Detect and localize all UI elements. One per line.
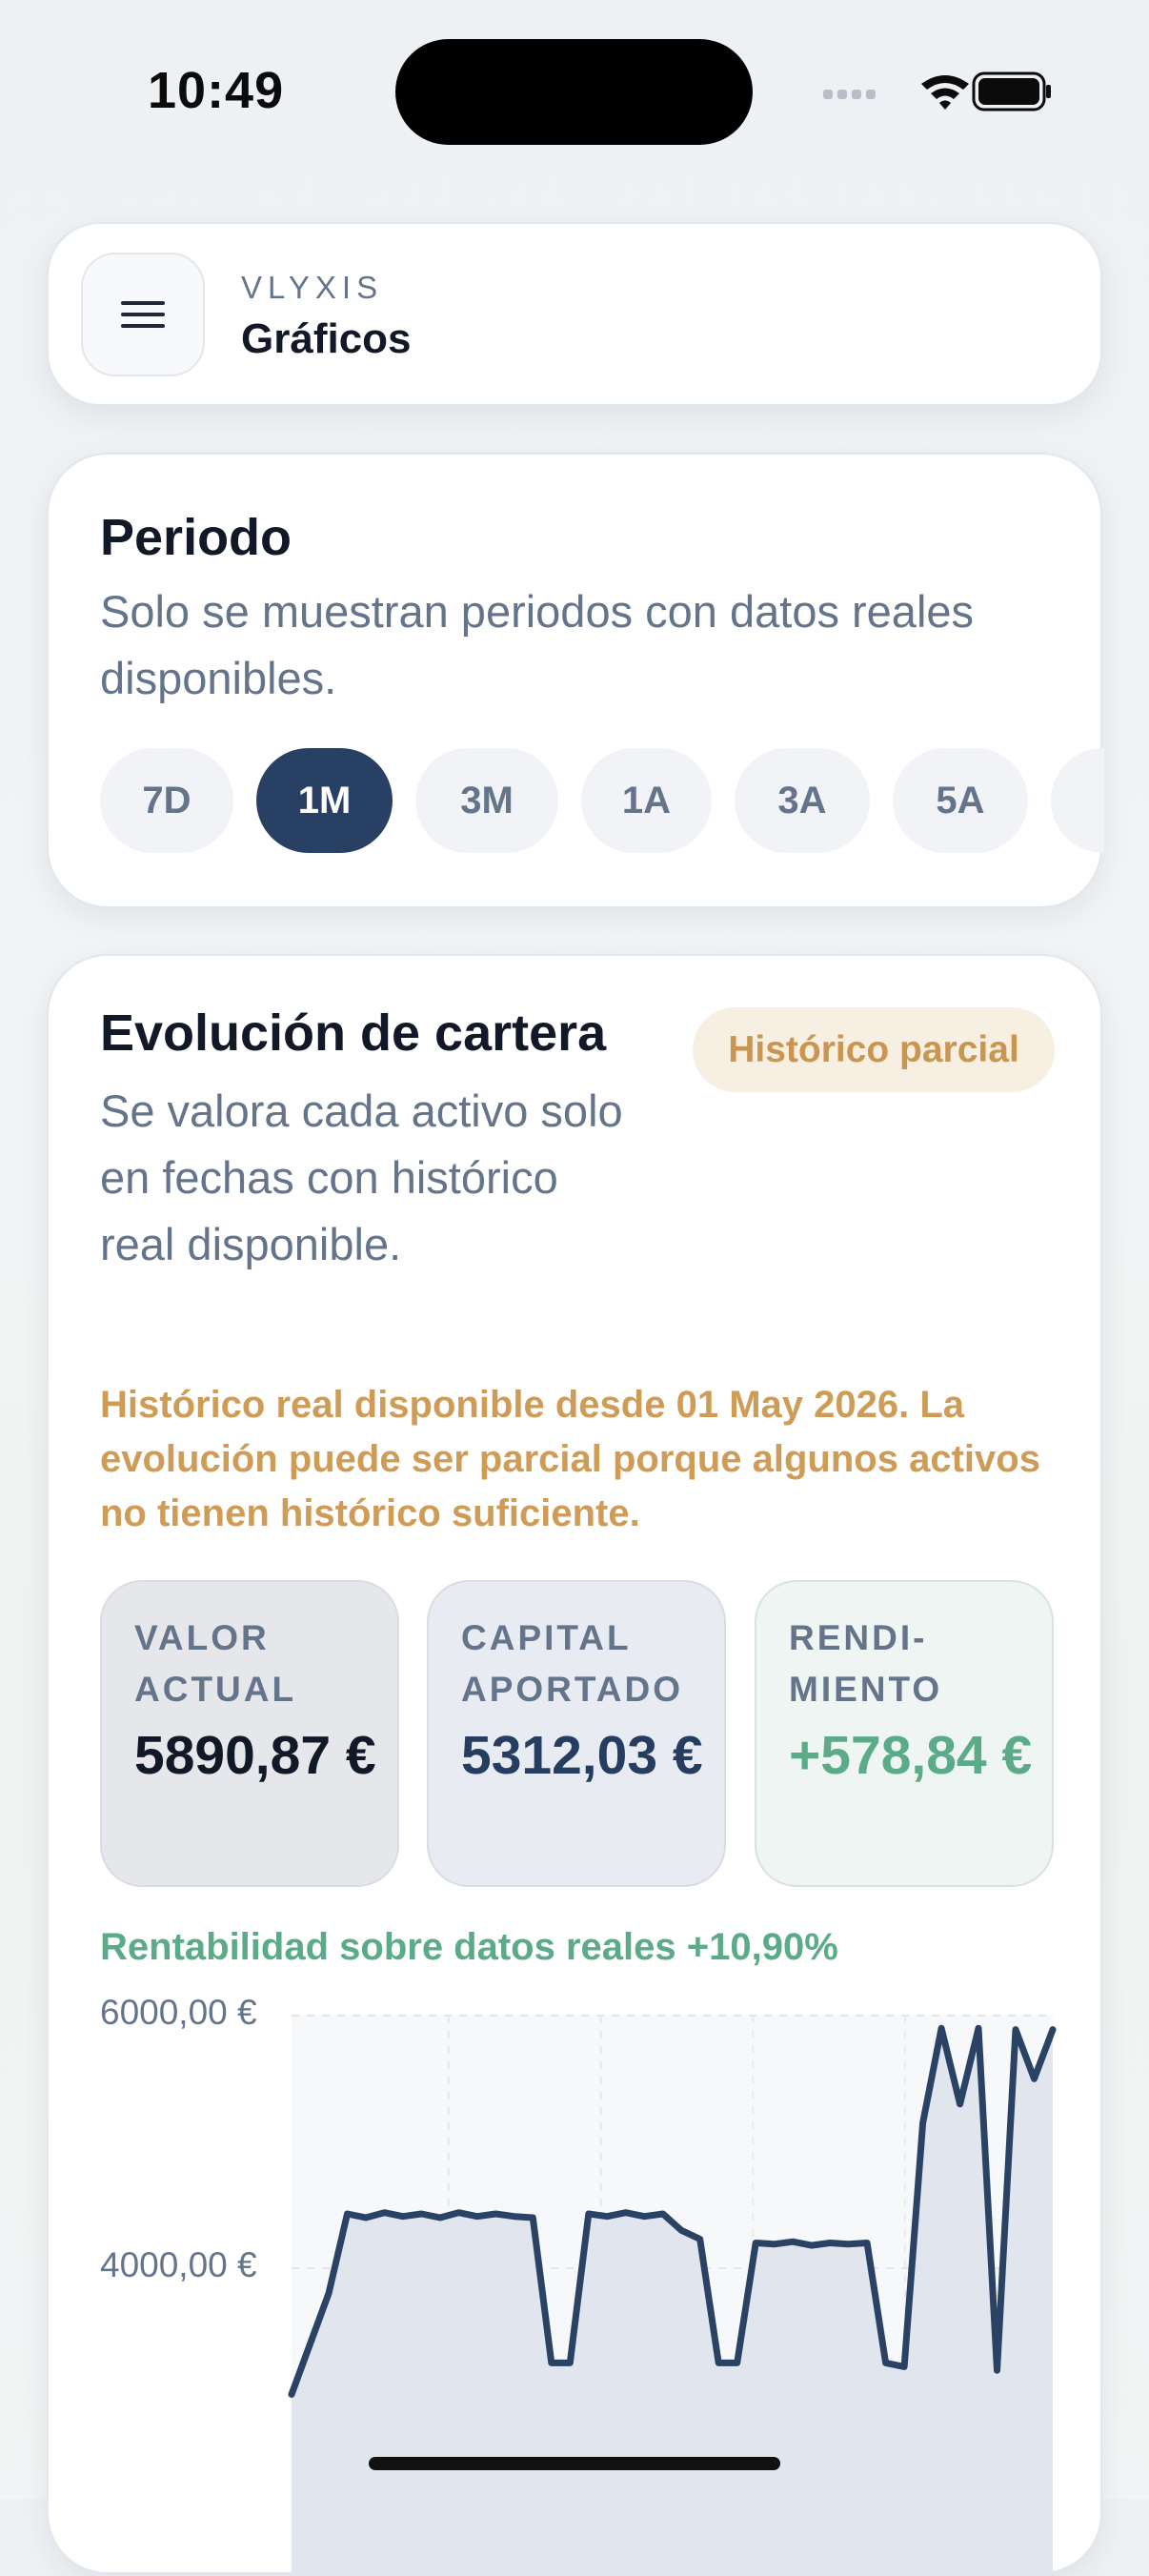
- status-bar: 10:49: [0, 0, 1149, 181]
- partial-history-warning: Histórico real disponible desde 01 May 2…: [100, 1384, 1040, 1534]
- period-chip-3a[interactable]: 3A: [735, 748, 870, 853]
- hamburger-menu-icon: [121, 301, 165, 328]
- status-time: 10:49: [148, 62, 285, 119]
- brand-name: VLYXIS: [241, 270, 384, 305]
- period-card: Periodo Solo se muestran periodos con da…: [47, 453, 1104, 908]
- cellular-signal-icon: [823, 90, 876, 99]
- battery-icon: [972, 71, 1051, 112]
- stat-label: CAPITAL APORTADO: [461, 1618, 683, 1709]
- stat-value: 5312,03 €: [461, 1725, 703, 1786]
- status-icons: [823, 71, 1051, 112]
- menu-button[interactable]: [81, 253, 205, 376]
- period-selector: 7D 1M 3M 1A 3A 5A: [100, 748, 1104, 857]
- portfolio-evolution-card: Evolución de cartera Histórico parcial S…: [47, 954, 1102, 2576]
- period-chip-3m[interactable]: 3M: [415, 748, 558, 853]
- period-chip-5a[interactable]: 5A: [893, 748, 1028, 853]
- stat-label: VALOR ACTUAL: [134, 1618, 297, 1709]
- dynamic-island: [395, 39, 753, 145]
- stat-performance: RENDI-MIENTO +578,84 €: [755, 1580, 1054, 1887]
- wifi-icon: [921, 75, 969, 110]
- period-description: Solo se muestran periodos con datos real…: [100, 586, 975, 703]
- period-chip-1m[interactable]: 1M: [256, 748, 393, 853]
- evolution-description: Se valora cada activo solo en fechas con…: [100, 1085, 623, 1269]
- stat-current-value: VALOR ACTUAL 5890,87 €: [100, 1580, 399, 1887]
- stat-contributed-capital: CAPITAL APORTADO 5312,03 €: [427, 1580, 726, 1887]
- stat-label: RENDI-MIENTO: [789, 1618, 943, 1709]
- app-header: VLYXIS Gráficos: [47, 222, 1102, 406]
- return-summary: Rentabilidad sobre datos reales +10,90%: [100, 1926, 838, 1968]
- period-chip-1a[interactable]: 1A: [581, 748, 712, 853]
- period-chip-7d[interactable]: 7D: [100, 748, 233, 853]
- stat-value: 5890,87 €: [134, 1725, 376, 1786]
- portfolio-evolution-chart: [288, 2015, 1057, 2576]
- home-indicator: [369, 2457, 780, 2470]
- page-title: Gráficos: [241, 315, 412, 362]
- period-title: Periodo: [100, 509, 292, 566]
- period-chip-overflow[interactable]: [1051, 748, 1104, 853]
- partial-history-badge: Histórico parcial: [693, 1007, 1055, 1092]
- stat-value: +578,84 €: [789, 1725, 1033, 1786]
- evolution-title: Evolución de cartera: [100, 1004, 607, 1062]
